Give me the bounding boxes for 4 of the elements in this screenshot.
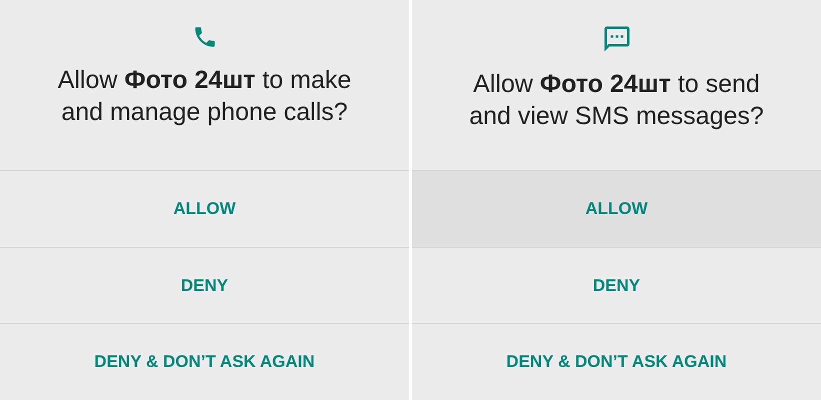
permission-message: Allow Фото 24шт to send and view SMS messages? bbox=[468, 69, 765, 132]
permission-message: Allow Фото 24шт to make and manage phone calls? bbox=[56, 65, 352, 128]
dialog-button[interactable]: ALLOW bbox=[412, 170, 821, 247]
message-icon bbox=[602, 24, 632, 54]
